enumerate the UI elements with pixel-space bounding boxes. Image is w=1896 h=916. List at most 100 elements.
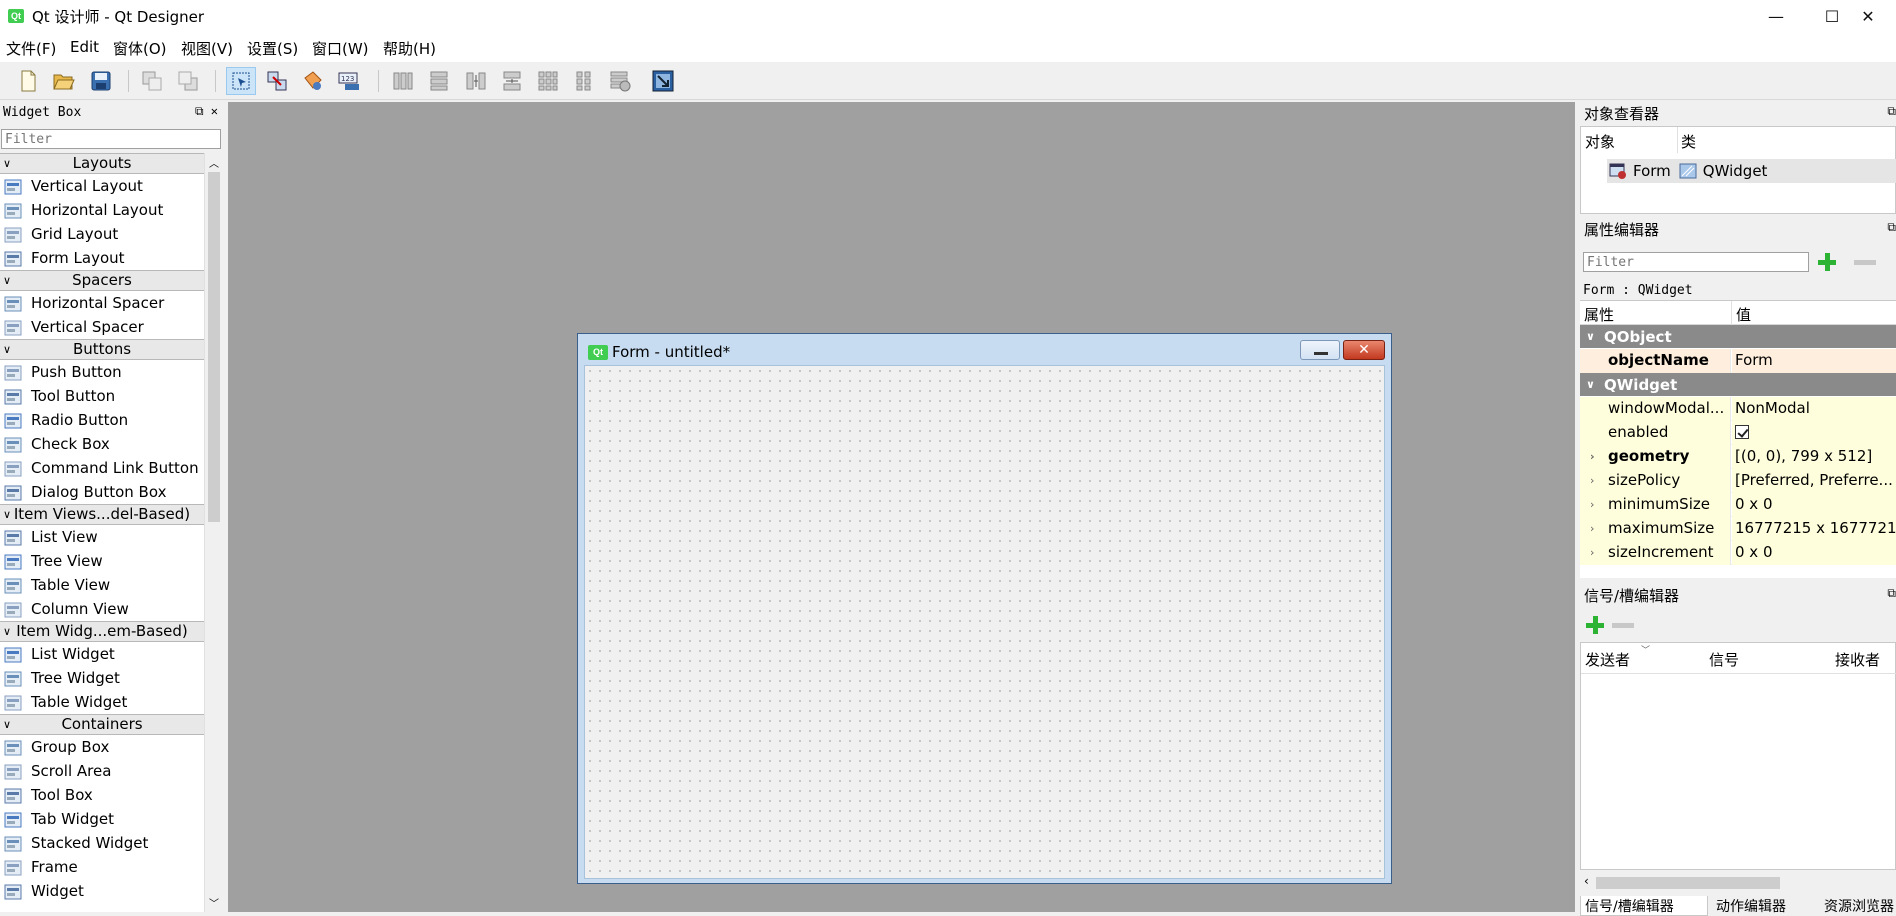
col-signal-header[interactable]: 信号 [1709, 649, 1739, 670]
col-property-header[interactable]: 属性 [1584, 304, 1614, 325]
edit-tab-order-icon[interactable]: 123 [334, 67, 364, 95]
edit-signals-slots-icon[interactable] [262, 67, 292, 95]
property-row[interactable]: › sizePolicy [Preferred, Preferre... [1580, 469, 1896, 493]
widget-category[interactable]: ∨ Buttons [0, 339, 204, 360]
widget-item[interactable]: Vertical Spacer [0, 315, 204, 339]
property-value[interactable]: 0 x 0 [1732, 541, 1896, 565]
widget-item[interactable]: Widget [0, 879, 204, 903]
scroll-up-icon[interactable]: ︿ [209, 155, 219, 170]
menu-settings[interactable]: 设置(S) [247, 38, 298, 59]
menu-view[interactable]: 视图(V) [181, 38, 233, 59]
break-layout-icon[interactable] [605, 67, 635, 95]
property-value[interactable]: [Preferred, Preferre... [1732, 469, 1896, 493]
form-close-button[interactable]: ✕ [1343, 340, 1385, 360]
object-inspector-tree[interactable]: 对象 类 Form QWidget [1580, 126, 1896, 214]
property-row[interactable]: objectName Form [1580, 349, 1896, 373]
property-row[interactable]: › maximumSize 16777215 x 16777215 [1580, 517, 1896, 541]
widget-item[interactable]: Tool Box [0, 783, 204, 807]
menu-file[interactable]: 文件(F) [6, 38, 56, 59]
property-row[interactable]: windowModal... NonModal [1580, 397, 1896, 421]
col-class-header[interactable]: 类 [1681, 131, 1696, 152]
widget-item[interactable]: Tool Button [0, 384, 204, 408]
undock-icon[interactable]: ⧉ [1887, 104, 1896, 119]
widget-category[interactable]: ∨ Layouts [0, 153, 204, 174]
close-button[interactable]: ✕ [1840, 0, 1896, 32]
widget-item[interactable]: Tab Widget [0, 807, 204, 831]
property-group-header[interactable]: ∨ QWidget [1580, 373, 1896, 397]
widget-category[interactable]: ∨ Containers [0, 714, 204, 735]
property-value[interactable]: NonModal [1732, 397, 1896, 421]
scrollbar-thumb[interactable] [1596, 877, 1780, 889]
col-object-header[interactable]: 对象 [1585, 131, 1615, 152]
widget-item[interactable]: Table View [0, 573, 204, 597]
widget-item[interactable]: Tree Widget [0, 666, 204, 690]
layout-vertical-icon[interactable] [424, 67, 454, 95]
add-property-icon[interactable] [1816, 251, 1838, 273]
save-file-icon[interactable] [86, 67, 116, 95]
remove-property-icon[interactable] [1854, 260, 1876, 265]
widget-item[interactable]: Stacked Widget [0, 831, 204, 855]
layout-h-splitter-icon[interactable] [461, 67, 491, 95]
widget-list-scrollbar[interactable]: ︿ ﹀ [204, 153, 222, 912]
menu-form[interactable]: 窗体(O) [113, 38, 167, 59]
layout-form-icon[interactable] [569, 67, 599, 95]
add-connection-icon[interactable] [1584, 614, 1606, 636]
widget-item[interactable]: Tree View [0, 549, 204, 573]
scroll-down-icon[interactable]: ﹀ [209, 895, 219, 910]
chevron-right-icon[interactable]: › [1590, 469, 1594, 492]
menu-help[interactable]: 帮助(H) [383, 38, 436, 59]
scrollbar-thumb[interactable] [208, 172, 220, 522]
widget-category[interactable]: ∨ Item Views...del-Based) [0, 504, 204, 525]
adjust-size-icon[interactable] [648, 67, 678, 95]
widget-item[interactable]: Dialog Button Box [0, 480, 204, 504]
widget-filter-input[interactable] [1, 129, 221, 149]
undock-icon[interactable]: ⧉ [1887, 586, 1896, 601]
widget-item[interactable]: Horizontal Spacer [0, 291, 204, 315]
widget-item[interactable]: List Widget [0, 642, 204, 666]
col-receiver-header[interactable]: 接收者 [1835, 649, 1880, 670]
property-row[interactable]: enabled [1580, 421, 1896, 445]
property-value[interactable]: 0 x 0 [1732, 493, 1896, 517]
widget-item[interactable]: Scroll Area [0, 759, 204, 783]
widget-item[interactable]: Horizontal Layout [0, 198, 204, 222]
property-row[interactable]: › sizeIncrement 0 x 0 [1580, 541, 1896, 565]
property-value[interactable]: 16777215 x 16777215 [1732, 517, 1896, 541]
col-sender-header[interactable]: 发送者 [1585, 649, 1630, 670]
property-row[interactable]: › minimumSize 0 x 0 [1580, 493, 1896, 517]
scroll-left-icon[interactable]: ‹ [1584, 874, 1589, 888]
edit-widgets-icon[interactable] [226, 67, 256, 95]
widget-item[interactable]: Column View [0, 597, 204, 621]
connections-hscrollbar[interactable]: ‹ [1580, 874, 1896, 892]
widget-item[interactable]: Push Button [0, 360, 204, 384]
menu-edit[interactable]: Edit [70, 38, 99, 56]
col-value-header[interactable]: 值 [1736, 304, 1751, 325]
widget-item[interactable]: List View [0, 525, 204, 549]
tree-row-form[interactable]: Form QWidget [1607, 159, 1896, 183]
remove-connection-icon[interactable] [1612, 623, 1634, 628]
property-group-header[interactable]: ∨ QObject [1580, 325, 1896, 349]
property-value[interactable]: Form [1732, 349, 1896, 373]
widget-item[interactable]: Command Link Button [0, 456, 204, 480]
chevron-right-icon[interactable]: › [1590, 517, 1594, 540]
chevron-right-icon[interactable]: › [1590, 493, 1594, 516]
layout-horizontal-icon[interactable] [388, 67, 418, 95]
mdi-canvas[interactable]: Qt Form - untitled* ✕ [228, 102, 1575, 912]
widget-category[interactable]: ∨ Spacers [0, 270, 204, 291]
tab-resource-browser[interactable]: 资源浏览器 [1820, 896, 1896, 916]
layout-grid-icon[interactable] [533, 67, 563, 95]
widget-category[interactable]: ∨ Item Widg...em-Based) [0, 621, 204, 642]
widget-item[interactable]: Table Widget [0, 690, 204, 714]
minimize-button[interactable]: — [1748, 0, 1804, 32]
layout-v-splitter-icon[interactable] [497, 67, 527, 95]
widget-item[interactable]: Form Layout [0, 246, 204, 270]
form-window[interactable]: Qt Form - untitled* ✕ [577, 333, 1392, 884]
property-value[interactable] [1732, 421, 1896, 445]
tab-action-editor[interactable]: 动作编辑器 [1712, 896, 1816, 916]
property-row[interactable]: › geometry [(0, 0), 799 x 512] [1580, 445, 1896, 469]
widget-item[interactable]: Check Box [0, 432, 204, 456]
edit-buddies-icon[interactable] [298, 67, 328, 95]
widget-item[interactable]: Group Box [0, 735, 204, 759]
open-file-icon[interactable] [49, 67, 79, 95]
property-value[interactable]: [(0, 0), 799 x 512] [1732, 445, 1896, 469]
chevron-right-icon[interactable]: › [1590, 445, 1595, 468]
